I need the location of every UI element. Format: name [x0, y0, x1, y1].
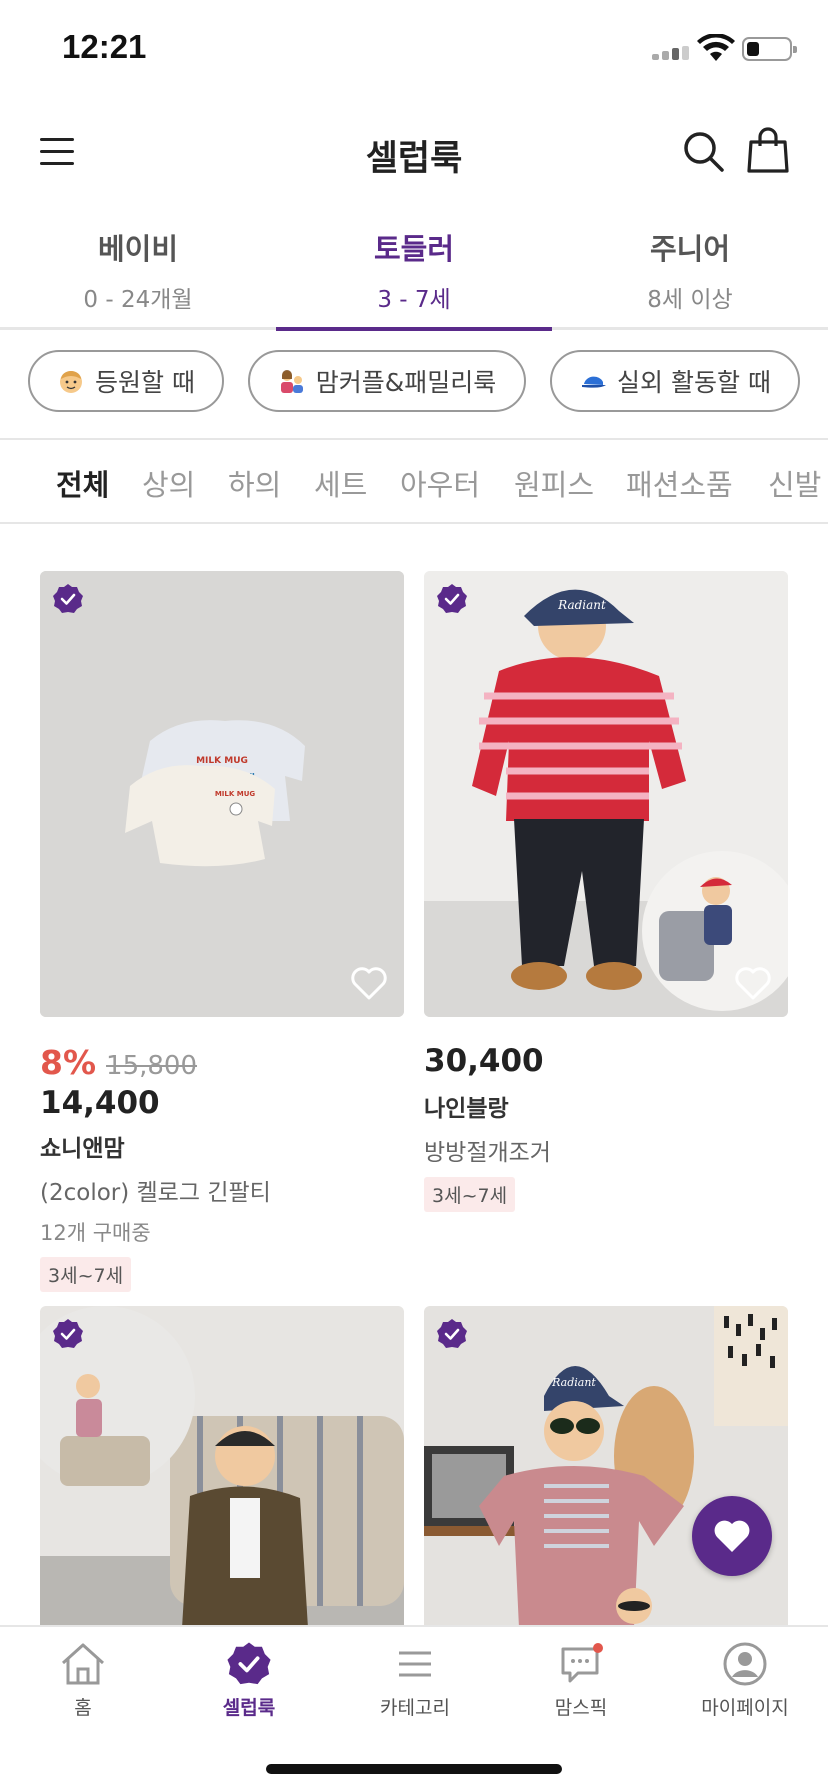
brand-name: 나인블랑: [424, 1096, 509, 1122]
buying-count: 12개 구매중: [40, 1221, 151, 1245]
nav-label: 홈: [74, 1697, 92, 1719]
shopping-bag-icon[interactable]: [746, 126, 790, 174]
tab-label: 토들러: [373, 232, 455, 266]
category-shoes[interactable]: 신발: [768, 462, 821, 504]
kid-brown-jacket-photo: [40, 1306, 404, 1628]
age-tabs: 베이비 0 - 24개월 토들러 3 - 7세 주니어 8세 이상: [0, 204, 828, 331]
product-image[interactable]: Radiant: [424, 1306, 788, 1628]
product-card[interactable]: [40, 1306, 404, 1628]
blue-cap-emoji-icon: [582, 376, 607, 388]
nav-moms-pick[interactable]: 맘스픽: [498, 1641, 664, 1741]
nav-label: 마이페이지: [701, 1697, 789, 1719]
age-badge: 3세~7세: [40, 1257, 132, 1292]
category-sets[interactable]: 세트: [314, 462, 367, 504]
battery-icon: [742, 37, 797, 61]
wishlist-heart-icon[interactable]: [734, 965, 772, 1001]
chip-label: 등원할 때: [95, 368, 195, 397]
child-face-emoji-icon: [60, 371, 83, 393]
svg-text:MILK MUG: MILK MUG: [196, 756, 248, 766]
home-indicator[interactable]: [266, 1764, 562, 1774]
product-image[interactable]: MILK MUG CEREAL BOWL MILK MUG: [40, 571, 404, 1017]
status-bar: 12:21: [0, 0, 828, 100]
nav-my-page[interactable]: 마이페이지: [662, 1641, 828, 1741]
verified-badge-icon: [227, 1642, 271, 1685]
verified-badge-icon: [53, 584, 83, 613]
status-time: 12:21: [62, 28, 147, 65]
home-icon: [61, 1643, 105, 1685]
divider: [0, 522, 828, 524]
tab-label: 베이비: [97, 232, 179, 266]
svg-text:Radiant: Radiant: [551, 1376, 596, 1389]
category-scroller: 전체 상의 하의 세트 아우터 원피스 패션소품 신발: [0, 440, 828, 522]
floating-wishlist-button[interactable]: [692, 1496, 772, 1576]
product-image[interactable]: [40, 1306, 404, 1628]
nav-celeb-look[interactable]: 셀럽룩: [166, 1641, 332, 1741]
sale-price: 14,400: [40, 1085, 160, 1121]
svg-text:Radiant: Radiant: [557, 598, 606, 612]
product-card[interactable]: Radiant 30,400 나인블랑 방방절개조거 3세~7세: [424, 571, 788, 1212]
verified-badge-icon: [437, 1319, 467, 1348]
tab-baby[interactable]: 베이비 0 - 24개월: [0, 204, 276, 328]
chip-going-to-school[interactable]: 등원할 때: [28, 350, 224, 412]
price-row: 8% 15,800: [40, 1043, 404, 1082]
red-striped-polo-kid-photo: Radiant: [424, 571, 788, 1017]
cellular-signal-icon: [652, 46, 692, 60]
kid-pink-jacket-sunglasses-photo: Radiant: [424, 1306, 788, 1628]
chip-label: 실외 활동할 때: [617, 368, 771, 397]
search-icon[interactable]: [682, 130, 726, 174]
chip-mom-couple-family-look[interactable]: 맘커플&패밀리룩: [248, 350, 526, 412]
top-header: 셀럽룩: [0, 100, 828, 204]
category-bottoms[interactable]: 하의: [228, 462, 281, 504]
verified-badge-icon: [437, 584, 467, 613]
nav-label: 맘스픽: [554, 1697, 608, 1719]
product-card[interactable]: Radiant: [424, 1306, 788, 1628]
product-card[interactable]: MILK MUG CEREAL BOWL MILK MUG 8% 15,800 …: [40, 571, 404, 1292]
nav-home[interactable]: 홈: [0, 1641, 166, 1741]
chip-label: 맘커플&패밀리룩: [315, 368, 497, 397]
sale-price: 30,400: [424, 1043, 544, 1079]
wifi-icon: [697, 34, 735, 61]
product-name: 방방절개조거: [424, 1140, 551, 1166]
age-badge: 3세~7세: [424, 1177, 516, 1212]
category-accessories[interactable]: 패션소품: [626, 462, 733, 504]
theme-chips: 등원할 때 맘커플&패밀리룩 실외 활동할 때: [0, 350, 828, 414]
tab-label: 주니어: [649, 232, 731, 266]
chip-outdoor-activity[interactable]: 실외 활동할 때: [550, 350, 800, 412]
profile-icon: [723, 1642, 767, 1686]
nav-label: 셀럽룩: [222, 1697, 276, 1719]
product-image[interactable]: Radiant: [424, 571, 788, 1017]
category-outerwear[interactable]: 아우터: [400, 462, 480, 504]
category-dresses[interactable]: 원피스: [514, 462, 594, 504]
mother-child-emoji-icon: [280, 370, 303, 393]
wishlist-heart-icon[interactable]: [350, 965, 388, 1001]
tab-age-range: 3 - 7세: [377, 287, 451, 313]
nav-label: 카테고리: [380, 1697, 450, 1719]
svg-text:MILK MUG: MILK MUG: [215, 790, 256, 798]
product-name: (2color) 켈로그 긴팔티: [40, 1180, 271, 1206]
tab-age-range: 0 - 24개월: [83, 287, 193, 313]
price-row: 30,400: [424, 1043, 788, 1081]
category-all[interactable]: 전체: [56, 462, 109, 504]
heart-icon: [714, 1520, 750, 1552]
tab-age-range: 8세 이상: [647, 287, 733, 313]
list-icon: [399, 1651, 431, 1677]
original-price: 15,800: [106, 1051, 198, 1081]
tab-toddler[interactable]: 토들러 3 - 7세: [276, 204, 552, 331]
discount-rate: 8%: [40, 1043, 97, 1082]
chat-bubble-icon: [561, 1643, 603, 1683]
verified-badge-icon: [53, 1319, 83, 1348]
brand-name: 쇼니앤맘: [40, 1136, 125, 1162]
milk-mug-sweatshirts-photo: MILK MUG CEREAL BOWL MILK MUG: [40, 571, 404, 1017]
category-tops[interactable]: 상의: [142, 462, 195, 504]
tab-junior[interactable]: 주니어 8세 이상: [552, 204, 828, 328]
nav-category[interactable]: 카테고리: [332, 1641, 498, 1741]
